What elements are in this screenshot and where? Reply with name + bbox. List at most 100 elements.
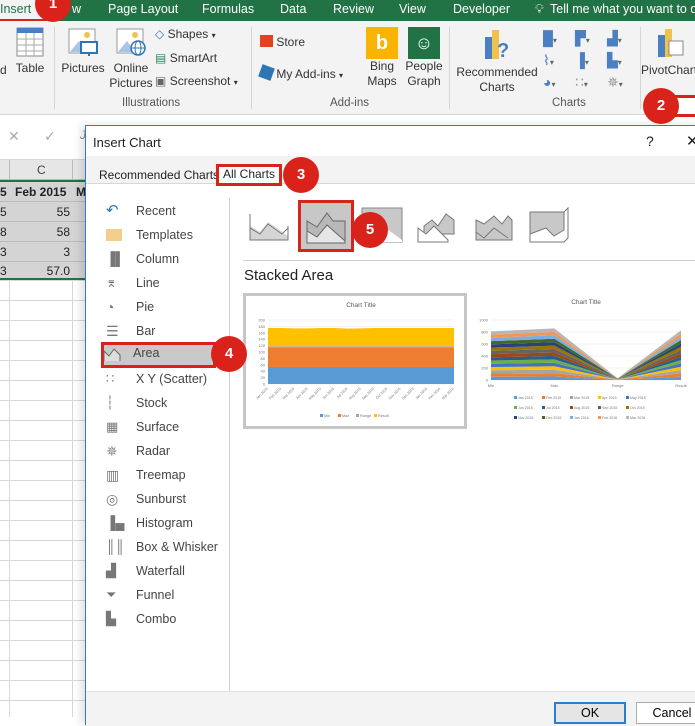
tab-recommended-charts[interactable]: Recommended Charts (95, 166, 223, 186)
pie-chart-dropdown[interactable]: ◕▾ (543, 71, 555, 96)
subtype-3d-100-stacked-area[interactable] (528, 206, 570, 244)
chart-type-box-whisker[interactable]: ║║ Box & Whisker (104, 536, 224, 558)
ok-button[interactable]: OK (554, 702, 626, 724)
subtype-stacked-area[interactable] (298, 200, 354, 252)
legend-swatch (626, 406, 629, 409)
smartart-button[interactable]: ▤ SmartArt (155, 51, 217, 66)
radar-chart-icon: ✵ (106, 443, 118, 459)
dialog-title: Insert Chart (93, 135, 161, 150)
subtype-3d-stacked-area[interactable] (472, 206, 514, 244)
area-series-result (268, 328, 454, 347)
preview-stacked-by-column[interactable]: Chart Title 0 200 400 600 800 1000 Min Max Range R… (471, 293, 693, 429)
chart-type-treemap[interactable]: ▥ Treemap (104, 464, 224, 486)
bar-chart-icon: ☰ (106, 323, 119, 339)
chart-type-scatter[interactable]: ∷ X Y (Scatter) (104, 368, 224, 390)
chart-type-funnel[interactable]: ⏷ Funnel (104, 584, 224, 606)
pivotchart-button[interactable]: PivotChart (641, 27, 695, 78)
chart-type-gallery: █▾ ▛▾ ▟▾ ⌇▾ ▐▾ ▙▾ ◕▾ ∷▾ ✵▾ (543, 27, 638, 93)
tab-formulas[interactable]: Formulas (202, 0, 254, 21)
legend-swatch (514, 406, 517, 409)
chart-type-column[interactable]: ▐▌ Column (104, 248, 224, 270)
chart-type-line[interactable]: ⌆ Line (104, 272, 224, 294)
subtype-name: Stacked Area (244, 267, 334, 284)
screenshot-button[interactable]: ▣ Screenshot ▾ (155, 74, 238, 90)
cell-c[interactable]: 55 (57, 205, 70, 219)
chart-title: Chart Title (346, 302, 376, 309)
subtype-area[interactable] (248, 206, 290, 244)
chart-type-recent[interactable]: ↶ Recent (104, 200, 224, 222)
chart-type-histogram[interactable]: ▐▄ Histogram (104, 512, 224, 534)
cell-b[interactable]: 3 (0, 264, 7, 278)
tab-developer[interactable]: Developer (453, 0, 510, 21)
preview-stacked-by-row[interactable]: Chart Title 0 20 40 60 80 100 120 140 160 180 200 Ja… (243, 293, 467, 429)
chart-type-area[interactable]: Area (101, 342, 216, 368)
my-addins-button[interactable]: My Add-ins ▾ (258, 64, 344, 83)
y-tick-label: 60 (261, 362, 266, 367)
cancel-formula-icon[interactable]: ✕ (8, 128, 20, 145)
tab-review[interactable]: Review (333, 0, 374, 21)
column-header-c[interactable]: C (37, 163, 46, 177)
chart-type-sunburst[interactable]: ◎ Sunburst (104, 488, 224, 510)
legend-swatch (356, 414, 359, 417)
help-button[interactable]: ? (646, 133, 654, 149)
tab-review-partial[interactable]: w (72, 0, 81, 21)
cell-c-header[interactable]: Feb 2015 (15, 185, 66, 199)
chart-title: Chart Title (571, 299, 601, 306)
chevron-down-icon: ▾ (339, 71, 344, 80)
y-tick-label: 200 (258, 318, 265, 323)
chart-type-radar[interactable]: ✵ Radar (104, 440, 224, 462)
legend-swatch (570, 406, 573, 409)
cell-c[interactable]: 3 (63, 245, 70, 259)
tab-all-charts[interactable]: All Charts (216, 164, 283, 186)
cell-b[interactable]: 5 (0, 205, 7, 219)
cancel-button[interactable]: Cancel (636, 702, 695, 724)
online-pictures-button[interactable]: Online Pictures (108, 27, 154, 91)
subtype-3d-area[interactable] (416, 206, 458, 244)
people-graph-label-1: People (405, 59, 443, 73)
insert-chart-dialog: Insert Chart ? ✕ Recommended Charts All … (85, 125, 695, 726)
chart-type-pie[interactable]: ◔ Pie (104, 296, 224, 318)
chart-preview-1: Chart Title 0 2040 6080100 120140 160180200 Ja… (255, 302, 454, 418)
chart-type-templates[interactable]: Templates (104, 224, 224, 246)
legend-label: Jan 2015 (518, 396, 533, 400)
close-button[interactable]: ✕ (686, 132, 695, 150)
legend-label: Jun 2015 (518, 406, 533, 410)
enter-formula-icon[interactable]: ✓ (44, 128, 56, 145)
cell-b-header[interactable]: 5 (0, 185, 7, 199)
cell-b[interactable]: 3 (0, 245, 7, 259)
legend-label: Nov 2015 (518, 416, 533, 420)
chart-type-surface[interactable]: ▦ Surface (104, 416, 224, 438)
recommended-charts-button[interactable]: ? Recommended Charts (454, 27, 540, 95)
tab-view[interactable]: View (399, 0, 426, 21)
bing-maps-button[interactable]: b Bing Maps (362, 27, 402, 89)
people-graph-icon: ☺ (408, 27, 440, 59)
pictures-button[interactable]: Pictures (60, 27, 106, 76)
scatter-chart-dropdown[interactable]: ∷▾ (575, 71, 588, 96)
chart-type-combo[interactable]: ▙ Combo (104, 608, 224, 630)
chart-type-stock[interactable]: ┆ Stock (104, 392, 224, 414)
tab-data[interactable]: Data (280, 0, 306, 21)
pictures-label: Pictures (61, 61, 105, 75)
radar-chart-dropdown[interactable]: ✵▾ (607, 71, 623, 96)
shapes-button[interactable]: ◇ Shapes ▾ (155, 27, 216, 43)
scatter-chart-icon: ∷ (106, 371, 115, 386)
legend-swatch (374, 414, 377, 417)
tell-me-search[interactable]: Tell me what you want to do (550, 0, 695, 21)
legend-swatch (570, 416, 573, 419)
chart-type-bar[interactable]: ☰ Bar (104, 320, 224, 342)
surface-chart-icon: ▦ (106, 419, 119, 434)
dialog-tabs: Recommended Charts All Charts (86, 156, 695, 186)
chart-type-waterfall[interactable]: ▟ Waterfall (104, 560, 224, 582)
recommended-charts-icon: ? (485, 30, 509, 62)
table-button[interactable]: Table (12, 27, 48, 76)
y-tick-label: 80 (261, 356, 266, 361)
y-tick-label: 40 (261, 369, 266, 374)
x-tick-label: Jan 2015 (255, 387, 268, 400)
people-graph-button[interactable]: ☺ People Graph (403, 27, 445, 89)
cell-b[interactable]: 8 (0, 225, 7, 239)
cell-c[interactable]: 57.0 (47, 264, 70, 278)
tab-page-layout[interactable]: Page Layout (108, 0, 178, 21)
cell-c[interactable]: 58 (57, 225, 70, 239)
store-button[interactable]: Store (260, 35, 305, 50)
smartart-icon: ▤ (155, 51, 167, 65)
